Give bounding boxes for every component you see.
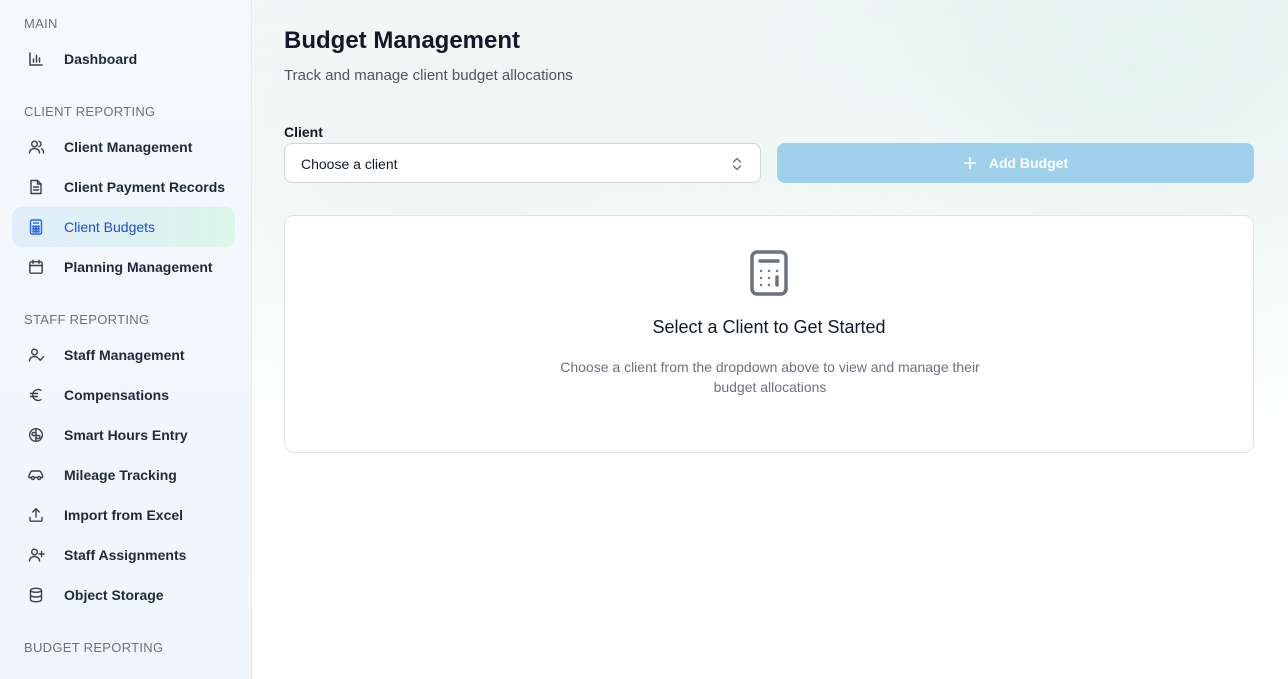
sidebar-item-staff-management[interactable]: Staff Management	[12, 335, 235, 375]
empty-state-title: Select a Client to Get Started	[652, 317, 886, 337]
client-select-value: Choose a client	[301, 156, 398, 172]
sidebar-item-mileage-tracking[interactable]: Mileage Tracking	[12, 455, 235, 495]
add-budget-button[interactable]: Add Budget	[777, 143, 1254, 183]
chevron-up-down-icon	[730, 155, 744, 173]
client-select-label: Client	[284, 124, 323, 140]
section-label-budget-reporting: BUDGET REPORTING	[24, 640, 164, 655]
sidebar: MAIN Dashboard CLIENT REPORTING Client M…	[0, 0, 252, 679]
sidebar-item-dashboard[interactable]: Dashboard	[12, 39, 235, 79]
sidebar-item-planning-management[interactable]: Planning Management	[12, 247, 235, 287]
sidebar-item-label: Planning Management	[64, 259, 213, 275]
database-icon	[27, 586, 45, 604]
empty-state-description: Choose a client from the dropdown above …	[560, 359, 980, 395]
page-subtitle: Track and manage client budget allocatio…	[284, 67, 573, 84]
euro-icon	[27, 386, 45, 404]
sidebar-item-label: Compensations	[64, 387, 170, 403]
sidebar-item-client-management[interactable]: Client Management	[12, 127, 235, 167]
calculator-icon	[750, 250, 788, 296]
brain-icon	[27, 426, 45, 444]
sidebar-item-label: Staff Management	[64, 347, 185, 363]
page-title: Budget Management	[284, 27, 521, 54]
client-select[interactable]: Choose a client	[284, 143, 761, 183]
sidebar-item-label: Client Payment Records	[64, 179, 226, 195]
empty-state-card: Select a Client to Get Started Choose a …	[284, 215, 1254, 453]
calculator-icon	[27, 218, 45, 236]
sidebar-item-client-payment-records[interactable]: Client Payment Records	[12, 167, 235, 207]
sidebar-item-client-budgets[interactable]: Client Budgets	[12, 207, 235, 247]
sidebar-item-label: Import from Excel	[64, 507, 184, 523]
section-label-main: MAIN	[24, 16, 58, 31]
sidebar-item-label: Smart Hours Entry	[64, 427, 188, 443]
sidebar-item-smart-hours-entry[interactable]: Smart Hours Entry	[12, 415, 235, 455]
sidebar-item-label: Object Storage	[64, 587, 164, 603]
section-label-staff-reporting: STAFF REPORTING	[24, 312, 150, 327]
sidebar-item-label: Staff Assignments	[64, 547, 187, 563]
upload-icon	[27, 506, 45, 524]
user-check-icon	[27, 346, 45, 364]
calendar-icon	[27, 258, 45, 276]
sidebar-item-label: Client Management	[64, 139, 193, 155]
bar-chart-icon	[27, 50, 45, 68]
add-budget-label: Add Budget	[988, 155, 1069, 171]
sidebar-item-label: Dashboard	[64, 51, 138, 67]
sidebar-item-label: Client Budgets	[64, 219, 156, 235]
user-plus-icon	[27, 546, 45, 564]
sidebar-item-compensations[interactable]: Compensations	[12, 375, 235, 415]
document-icon	[27, 178, 45, 196]
car-icon	[27, 466, 45, 484]
sidebar-item-label: Mileage Tracking	[64, 467, 177, 483]
sidebar-item-import-from-excel[interactable]: Import from Excel	[12, 495, 235, 535]
main-content: Budget Management Track and manage clien…	[252, 0, 1288, 679]
users-icon	[27, 138, 45, 156]
sidebar-item-object-storage[interactable]: Object Storage	[12, 575, 235, 615]
section-label-client-reporting: CLIENT REPORTING	[24, 104, 156, 119]
plus-icon	[963, 156, 977, 170]
sidebar-item-staff-assignments[interactable]: Staff Assignments	[12, 535, 235, 575]
